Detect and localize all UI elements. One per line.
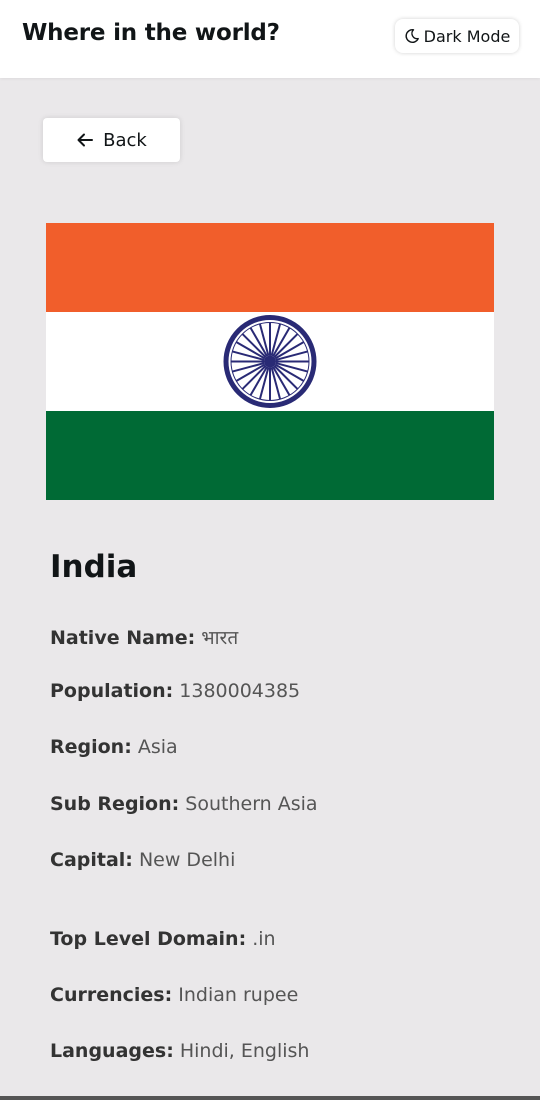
dark-mode-button[interactable]: Dark Mode (395, 19, 519, 53)
app-header: Where in the world? Dark Mode (0, 0, 540, 78)
back-label: Back (103, 129, 147, 151)
moon-icon (404, 28, 420, 44)
detail-value: .in (252, 928, 276, 950)
detail-value: Asia (137, 736, 178, 758)
detail-label: Top Level Domain: (50, 928, 247, 950)
detail-languages: Languages: Hindi, English (50, 1040, 309, 1062)
detail-value: 1380004385 (179, 680, 301, 702)
country-name: India (50, 549, 138, 585)
country-flag (46, 223, 494, 500)
detail-region: Region: Asia (50, 736, 178, 758)
detail-label: Population: (50, 680, 174, 702)
detail-label: Languages: (50, 1040, 174, 1062)
detail-label: Native Name: (50, 627, 196, 649)
detail-value: Hindi, English (179, 1040, 310, 1062)
arrow-left-icon (76, 132, 94, 148)
detail-population: Population: 1380004385 (50, 680, 300, 702)
detail-value: Southern Asia (185, 793, 318, 815)
detail-native-name: Native Name: भारत (50, 624, 238, 650)
detail-label: Sub Region: (50, 793, 180, 815)
detail-value: भारत (201, 627, 239, 649)
detail-sub-region: Sub Region: Southern Asia (50, 793, 318, 815)
detail-top-level-domain: Top Level Domain: .in (50, 928, 276, 950)
detail-capital: Capital: New Delhi (50, 849, 235, 871)
detail-value: Indian rupee (178, 984, 299, 1006)
back-button[interactable]: Back (43, 118, 180, 162)
bottom-divider (0, 1096, 540, 1100)
detail-value: New Delhi (138, 849, 236, 871)
detail-label: Region: (50, 736, 132, 758)
detail-label: Currencies: (50, 984, 173, 1006)
detail-currencies: Currencies: Indian rupee (50, 984, 298, 1006)
app-title: Where in the world? (22, 20, 280, 46)
dark-mode-label: Dark Mode (423, 26, 511, 46)
detail-label: Capital: (50, 849, 133, 871)
